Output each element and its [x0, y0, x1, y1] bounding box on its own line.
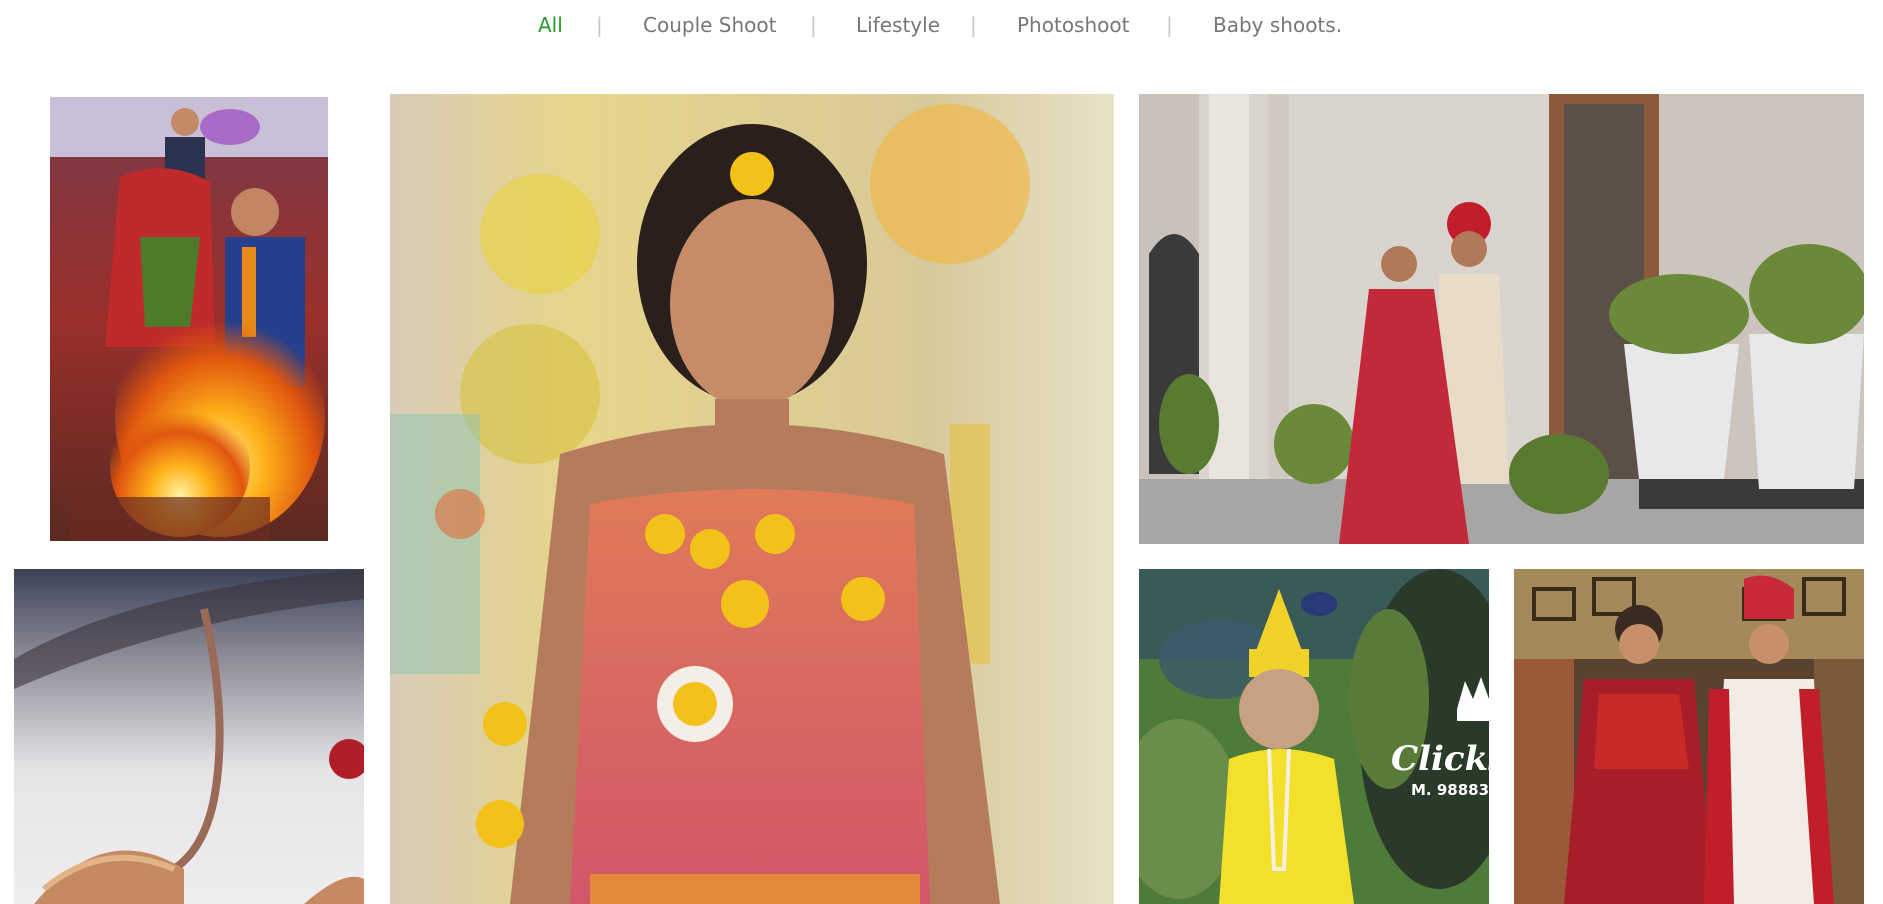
filter-baby-shoots[interactable]: Baby shoots.	[1213, 12, 1342, 38]
photo-image	[14, 569, 364, 904]
filter-lifestyle[interactable]: Lifestyle	[856, 12, 940, 38]
gallery-photo-wedding-fire-ceremony[interactable]	[50, 97, 328, 541]
gallery-photo-couple-red-outfits[interactable]	[1514, 569, 1864, 904]
watermark-brand: Clicks	[1391, 739, 1489, 779]
photo-image	[1514, 569, 1864, 904]
filter-separator: |	[970, 13, 977, 37]
gallery-photo-couple-entrance[interactable]	[1139, 94, 1864, 544]
photo-image	[390, 94, 1114, 904]
gallery-filter-bar: All | Couple Shoot | Lifestyle | Photosh…	[0, 0, 1883, 50]
gallery-photo-jewellery-closeup[interactable]	[14, 569, 364, 904]
photo-image	[1139, 94, 1864, 544]
gallery-photo-bride-haldi-portrait[interactable]	[390, 94, 1114, 904]
filter-separator: |	[1166, 13, 1173, 37]
filter-separator: |	[596, 13, 603, 37]
photo-image	[50, 97, 328, 541]
watermark-phone: M. 9888337	[1411, 781, 1489, 799]
crown-logo-icon	[1457, 677, 1489, 721]
filter-separator: |	[810, 13, 817, 37]
filter-photoshoot[interactable]: Photoshoot	[1017, 12, 1129, 38]
gallery-photo-baby-krishna[interactable]: Clicks M. 9888337	[1139, 569, 1489, 904]
filter-all[interactable]: All	[538, 12, 563, 38]
filter-couple-shoot[interactable]: Couple Shoot	[643, 12, 776, 38]
